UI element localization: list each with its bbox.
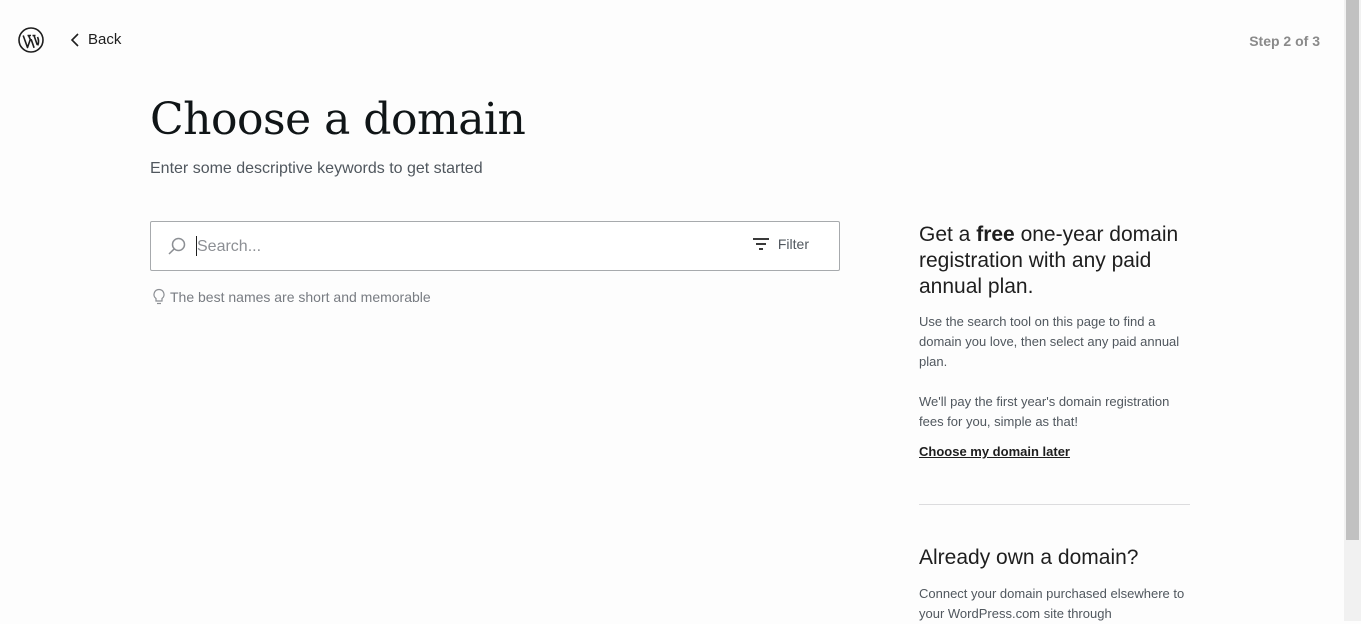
divider xyxy=(919,504,1190,505)
chevron-left-icon xyxy=(70,32,79,47)
wordpress-logo-icon[interactable] xyxy=(18,27,44,53)
scrollbar[interactable] xyxy=(1344,0,1361,621)
own-domain-section: Already own a domain? Connect your domai… xyxy=(919,546,1191,624)
filter-label: Filter xyxy=(777,236,809,252)
choose-domain-later-link[interactable]: Choose my domain later xyxy=(919,444,1191,459)
page-subtitle: Enter some descriptive keywords to get s… xyxy=(150,160,483,177)
back-button[interactable]: Back xyxy=(70,31,121,48)
filter-icon xyxy=(752,238,769,250)
search-icon xyxy=(168,237,186,255)
search-tip: The best names are short and memorable xyxy=(152,288,431,306)
step-indicator: Step 2 of 3 xyxy=(1249,33,1320,49)
own-domain-title: Already own a domain? xyxy=(919,546,1139,569)
own-domain-text: Connect your domain purchased elsewhere … xyxy=(919,586,1185,621)
domain-search-box: Filter xyxy=(150,221,840,272)
promo-title: Get a free one-year domain registration … xyxy=(919,223,1179,298)
lightbulb-icon xyxy=(153,288,165,305)
promo-text-2: We'll pay the first year's domain regist… xyxy=(919,394,1170,429)
domain-search-input[interactable] xyxy=(195,222,739,272)
tip-text: The best names are short and memorable xyxy=(170,289,431,305)
free-domain-promo: Get a free one-year domain registration … xyxy=(919,222,1191,459)
back-label: Back xyxy=(88,31,122,48)
text-caret xyxy=(196,236,197,256)
page-title: Choose a domain xyxy=(150,94,526,145)
top-bar: Back Step 2 of 3 xyxy=(0,0,1344,80)
scrollbar-thumb[interactable] xyxy=(1346,0,1359,540)
filter-button[interactable]: Filter xyxy=(752,236,809,252)
promo-text-1: Use the search tool on this page to find… xyxy=(919,314,1180,369)
